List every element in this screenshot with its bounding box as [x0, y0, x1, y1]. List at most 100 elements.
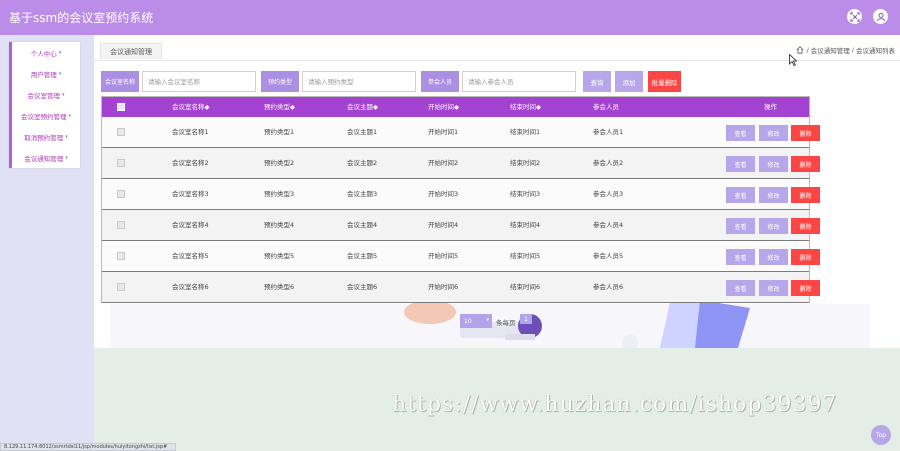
- status-bar-url: 8.129.11.174:8012/ssmrtdsl11/jsp/modules…: [0, 443, 176, 451]
- delete-button[interactable]: 删除: [791, 125, 820, 141]
- column-header[interactable]: 会议室名称◆: [172, 97, 210, 117]
- table-cell: 开始时间2: [428, 159, 459, 167]
- sidebar-item-room-management[interactable]: 会议室管理 ▾: [9, 84, 80, 105]
- table-cell: 会议室名称2: [172, 159, 209, 167]
- row-checkbox[interactable]: [117, 159, 125, 167]
- table-cell: 预约类型6: [264, 283, 295, 291]
- edit-button[interactable]: 修改: [759, 187, 788, 203]
- sidebar-item-personal-center[interactable]: 个人中心 ▾: [9, 42, 80, 63]
- app-title: 基于ssm的会议室预约系统: [9, 11, 154, 25]
- edit-button[interactable]: 修改: [759, 218, 788, 234]
- table-cell: 会议室名称6: [172, 283, 209, 291]
- sidebar-item-notice-management[interactable]: 会议通知管理 ▾: [9, 147, 80, 168]
- table-cell: 结束时间2: [510, 159, 541, 167]
- table-cell: 预约类型1: [264, 128, 295, 136]
- page-size-select[interactable]: 10 ▾: [460, 314, 492, 328]
- sidebar-item-label: 会议通知管理: [24, 154, 64, 163]
- sidebar-item-cancel-management[interactable]: 取消预约管理 ▾: [9, 126, 80, 147]
- breadcrumb-separator: /: [806, 46, 809, 54]
- table-cell: 参会人员1: [593, 128, 624, 136]
- fullscreen-icon: [849, 11, 860, 22]
- sidebar-menu: 个人中心 ▾ 用户管理 ▾ 会议室管理 ▾ 会议室预约管理 ▾ 取消预约管理 ▾ 会议通知…: [9, 42, 80, 168]
- table-cell: 结束时间6: [510, 283, 541, 291]
- view-button[interactable]: 查看: [726, 249, 755, 265]
- page-number-button[interactable]: 1: [520, 314, 532, 324]
- delete-button[interactable]: 删除: [791, 280, 820, 296]
- table-cell: 预约类型3: [264, 190, 295, 198]
- sidebar-item-user-management[interactable]: 用户管理 ▾: [9, 63, 80, 84]
- sidebar-item-label: 会议室预约管理: [20, 112, 67, 121]
- top-bar: 基于ssm的会议室预约系统: [0, 0, 900, 35]
- view-button[interactable]: 查看: [726, 156, 755, 172]
- sidebar-item-label: 用户管理: [30, 70, 57, 79]
- table-cell: 会议主题3: [347, 190, 378, 198]
- select-all-checkbox[interactable]: [117, 103, 125, 111]
- reservation-type-input[interactable]: [302, 71, 416, 92]
- chevron-down-icon: ▾: [58, 70, 62, 77]
- delete-button[interactable]: 删除: [791, 249, 820, 265]
- participants-input[interactable]: [462, 71, 576, 92]
- room-name-label: 会议室名称: [101, 71, 139, 92]
- row-checkbox[interactable]: [117, 283, 125, 291]
- row-checkbox[interactable]: [117, 190, 125, 198]
- edit-button[interactable]: 修改: [759, 156, 788, 172]
- row-checkbox[interactable]: [117, 252, 125, 260]
- breadcrumb-item[interactable]: 会议通知管理: [811, 45, 850, 55]
- room-name-input[interactable]: [142, 71, 256, 92]
- home-icon[interactable]: [796, 46, 804, 54]
- back-to-top-button[interactable]: Top: [871, 425, 891, 445]
- edit-button[interactable]: 修改: [759, 280, 788, 296]
- table-cell: 开始时间5: [428, 252, 459, 260]
- delete-button[interactable]: 删除: [791, 156, 820, 172]
- row-checkbox[interactable]: [117, 221, 125, 229]
- table-cell: 开始时间4: [428, 221, 459, 229]
- table-cell: 参会人员2: [593, 159, 624, 167]
- breadcrumb: / 会议通知管理 / 会议通知列表: [796, 45, 896, 55]
- column-header[interactable]: 会议主题◆: [347, 97, 378, 117]
- table-cell: 预约类型2: [264, 159, 295, 167]
- table-cell: 会议室名称3: [172, 190, 209, 198]
- column-header: 参会人员: [593, 103, 619, 111]
- column-header[interactable]: 开始时间◆: [428, 97, 459, 117]
- table-cell: 结束时间5: [510, 252, 541, 260]
- table-cell: 开始时间3: [428, 190, 459, 198]
- column-header: 操作: [764, 103, 777, 111]
- view-button[interactable]: 查看: [726, 187, 755, 203]
- row-checkbox[interactable]: [117, 128, 125, 136]
- table-cell: 预约类型4: [264, 221, 295, 229]
- table-cell: 结束时间1: [510, 128, 541, 136]
- breadcrumb-item: 会议通知列表: [856, 47, 895, 55]
- edit-button[interactable]: 修改: [759, 125, 788, 141]
- view-button[interactable]: 查看: [726, 280, 755, 296]
- chevron-down-icon: ▾: [68, 112, 71, 119]
- fullscreen-button[interactable]: [847, 9, 862, 24]
- search-button[interactable]: 查询: [583, 71, 611, 92]
- table-header: 会议室名称◆ 预约类型◆ 会议主题◆ 开始时间◆ 结束时间◆ 参会人员 操作: [102, 97, 809, 117]
- tab-bar: [94, 41, 900, 61]
- column-header[interactable]: 结束时间◆: [510, 97, 541, 117]
- table-row: 会议室名称3 预约类型3 会议主题3 开始时间3 结束时间3 参会人员3 查看 修改 删除: [102, 179, 820, 210]
- reservation-type-label: 预约类型: [261, 71, 299, 92]
- per-page-label: 条每页: [496, 319, 516, 327]
- column-header[interactable]: 预约类型◆: [264, 97, 295, 117]
- table-cell: 会议室名称4: [172, 221, 209, 229]
- user-menu-button[interactable]: [873, 9, 888, 24]
- sidebar-item-reservation-management[interactable]: 会议室预约管理 ▾: [9, 105, 80, 126]
- delete-button[interactable]: 删除: [791, 187, 820, 203]
- view-button[interactable]: 查看: [726, 125, 755, 141]
- delete-button[interactable]: 删除: [791, 218, 820, 234]
- add-button[interactable]: 添加: [615, 71, 643, 92]
- table-cell: 预约类型5: [264, 252, 295, 260]
- table-row: 会议室名称2 预约类型2 会议主题2 开始时间2 结束时间2 参会人员2 查看 修改 删除: [102, 148, 820, 179]
- table-cell: 开始时间1: [428, 128, 459, 136]
- table-cell: 会议主题2: [347, 159, 378, 167]
- view-button[interactable]: 查看: [726, 218, 755, 234]
- sidebar-item-label: 会议室管理: [27, 91, 60, 100]
- edit-button[interactable]: 修改: [759, 249, 788, 265]
- table-cell: 结束时间4: [510, 221, 541, 229]
- table-cell: 参会人员4: [593, 221, 624, 229]
- batch-delete-button[interactable]: 批量删除: [648, 71, 681, 92]
- tab-notice-management[interactable]: 会议通知管理: [100, 43, 162, 60]
- breadcrumb-separator: /: [851, 46, 854, 54]
- table-cell: 会议主题1: [347, 128, 378, 136]
